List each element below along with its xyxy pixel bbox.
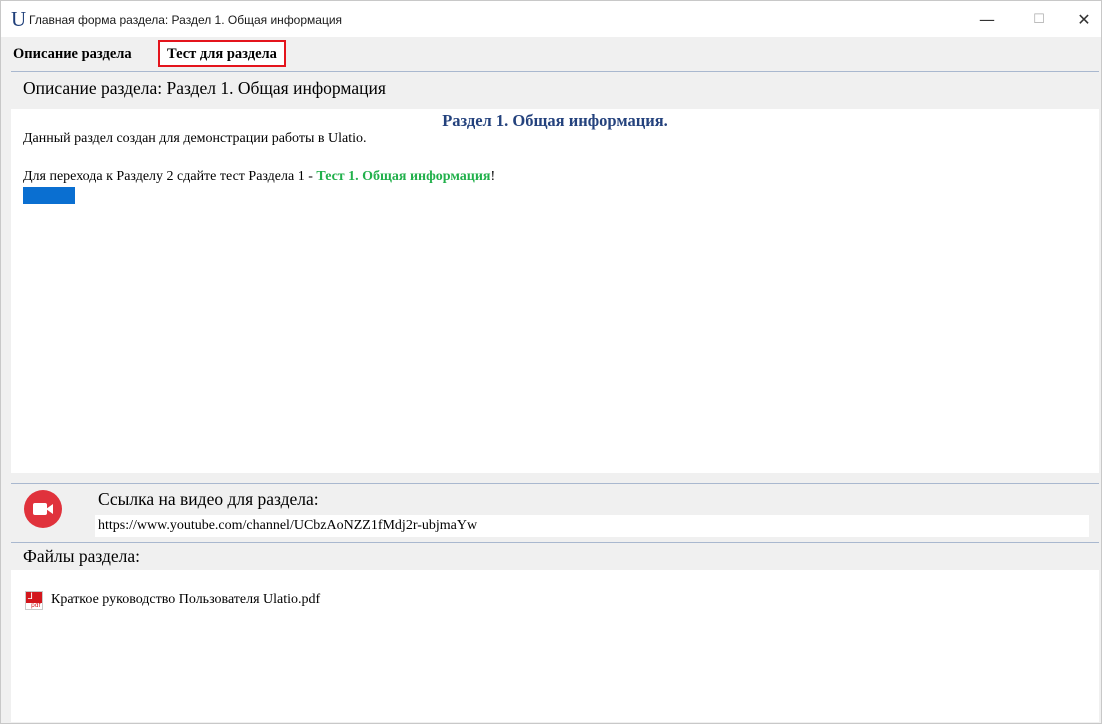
blue-highlight-block: [23, 187, 75, 204]
divider: [11, 71, 1099, 72]
maximize-button[interactable]: ☐: [1016, 1, 1062, 37]
description-header: Описание раздела: Раздел 1. Общая информ…: [23, 78, 386, 98]
instruction-suffix: !: [490, 169, 496, 184]
instruction-text: Для перехода к Разделу 2 сдайте тест Раз…: [23, 169, 317, 184]
pdf-file-icon: ⅃ pdf: [25, 590, 43, 610]
file-name[interactable]: Краткое руководство Пользователя Ulatio.…: [51, 592, 320, 608]
video-camera-icon[interactable]: [24, 490, 62, 528]
file-item[interactable]: ⅃ pdf Краткое руководство Пользователя U…: [25, 589, 320, 611]
close-icon: ✕: [1077, 9, 1091, 29]
maximize-icon: ☐: [1033, 11, 1045, 27]
app-logo-icon: U: [11, 7, 27, 31]
section-main-window: U Главная форма раздела: Раздел 1. Общая…: [0, 0, 1102, 724]
window-title: Главная форма раздела: Раздел 1. Общая и…: [29, 13, 343, 27]
minimize-icon: —: [979, 9, 995, 29]
content-test-instruction: Для перехода к Разделу 2 сдайте тест Раз…: [23, 168, 495, 186]
description-content[interactable]: Раздел 1. Общая информация. Данный разде…: [11, 109, 1099, 473]
tab-section-description[interactable]: Описание раздела: [13, 43, 132, 69]
video-url-field[interactable]: https://www.youtube.com/channel/UCbzAoNZ…: [95, 515, 1089, 537]
camera-lens: [46, 504, 53, 514]
divider: [11, 483, 1099, 484]
camera-body: [33, 503, 47, 515]
content-text: Данный раздел создан для демонстрации ра…: [23, 131, 367, 146]
divider: [11, 542, 1099, 543]
close-button[interactable]: ✕: [1061, 1, 1102, 37]
video-link-label: Ссылка на видео для раздела:: [98, 489, 319, 509]
files-label: Файлы раздела:: [23, 546, 140, 566]
tab-section-test[interactable]: Тест для раздела: [158, 40, 286, 67]
minimize-button[interactable]: —: [964, 1, 1010, 37]
title-bar[interactable]: U Главная форма раздела: Раздел 1. Общая…: [1, 1, 1101, 37]
test-link[interactable]: Тест 1. Общая информация: [316, 169, 490, 184]
tab-bar: Описание раздела Тест для раздела: [1, 37, 1101, 69]
content-title: Раздел 1. Общая информация.: [442, 111, 668, 130]
files-list: ⅃ pdf Краткое руководство Пользователя U…: [11, 570, 1099, 722]
